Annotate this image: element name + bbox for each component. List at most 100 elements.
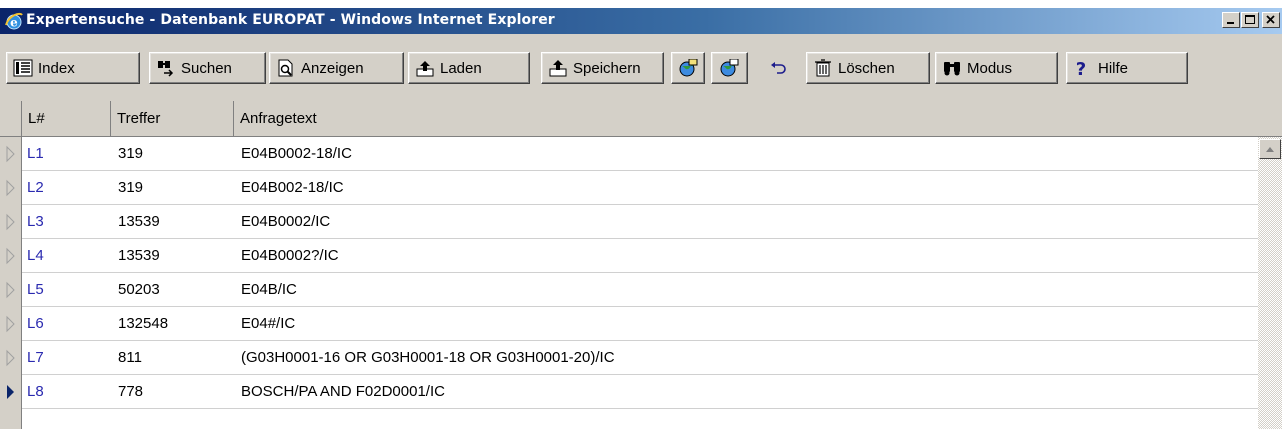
table-row[interactable]: L5 50203 E04B/IC xyxy=(0,273,1258,307)
trash-icon xyxy=(815,59,831,77)
row-query: E04B0002/IC xyxy=(241,213,331,230)
column-header-lnum[interactable]: L# xyxy=(22,101,111,137)
row-hits: 319 xyxy=(118,145,144,162)
row-indicator xyxy=(0,137,22,171)
row-query: E04B0002?/IC xyxy=(241,247,339,264)
minimize-button[interactable] xyxy=(1222,12,1240,28)
row-hits: 13539 xyxy=(118,247,160,264)
row-id: L6 xyxy=(27,315,44,332)
indicator-header xyxy=(0,101,22,137)
undo-icon xyxy=(771,62,786,74)
title-bar[interactable]: e Expertensuche - Datenbank EUROPAT - Wi… xyxy=(0,8,1282,34)
row-indicator xyxy=(0,171,22,205)
current-row-pointer-icon xyxy=(7,385,14,399)
loeschen-label: Löschen xyxy=(838,59,895,77)
row-pointer-icon xyxy=(6,145,15,163)
row-indicator xyxy=(0,273,22,307)
row-pointer-icon xyxy=(6,213,15,231)
svg-text:?: ? xyxy=(1076,59,1086,77)
row-id: L8 xyxy=(27,383,44,400)
row-hits: 778 xyxy=(118,383,144,400)
globe-down-icon xyxy=(720,59,739,77)
table-row[interactable]: L2 319 E04B002-18/IC xyxy=(0,171,1258,205)
table-row[interactable]: L4 13539 E04B0002?/IC xyxy=(0,239,1258,273)
row-id: L5 xyxy=(27,281,44,298)
index-label: Index xyxy=(38,59,75,77)
row-query: (G03H0001-16 OR G03H0001-18 OR G03H0001-… xyxy=(241,349,615,366)
table-header: L# Treffer Anfragetext xyxy=(0,101,1282,137)
row-id: L7 xyxy=(27,349,44,366)
modus-button[interactable]: Modus xyxy=(935,52,1058,84)
table-row[interactable]: L6 132548 E04#/IC xyxy=(0,307,1258,341)
maximize-button[interactable] xyxy=(1241,12,1259,28)
table-body: L1 319 E04B0002-18/IC L2 319 E04B002-18/… xyxy=(0,137,1258,409)
row-indicator xyxy=(0,205,22,239)
index-button[interactable]: Index xyxy=(6,52,140,84)
list-icon xyxy=(13,59,33,77)
speichern-label: Speichern xyxy=(573,59,641,77)
loeschen-button[interactable]: Löschen xyxy=(806,52,930,84)
row-indicator xyxy=(0,307,22,341)
modus-label: Modus xyxy=(967,59,1013,77)
save-icon xyxy=(549,60,567,77)
table-row[interactable]: L3 13539 E04B0002/IC xyxy=(0,205,1258,239)
row-query: E04B0002-18/IC xyxy=(241,145,352,162)
row-hits: 811 xyxy=(118,349,142,366)
row-pointer-icon xyxy=(6,281,15,299)
query-history-table: L# Treffer Anfragetext L1 319 E04B0002-1… xyxy=(0,101,1282,429)
internet-explorer-icon: e xyxy=(5,12,23,30)
browser-window: e Expertensuche - Datenbank EUROPAT - Wi… xyxy=(0,8,1282,429)
toolbar: Index Suchen Anzeigen Laden Speichern Lö… xyxy=(0,34,1282,90)
laden-label: Laden xyxy=(440,59,482,77)
vertical-scrollbar[interactable] xyxy=(1258,137,1282,429)
row-indicator xyxy=(0,239,22,273)
row-hits: 132548 xyxy=(118,315,169,332)
row-pointer-icon xyxy=(6,315,15,333)
minimize-icon xyxy=(1227,22,1234,24)
row-indicator xyxy=(0,375,22,409)
document-view-icon xyxy=(278,59,293,77)
row-query: BOSCH/PA AND F02D0001/IC xyxy=(241,383,445,400)
scroll-up-button[interactable] xyxy=(1259,139,1281,159)
hilfe-button[interactable]: ? Hilfe xyxy=(1066,52,1188,84)
window-title: Expertensuche - Datenbank EUROPAT - Wind… xyxy=(26,12,555,28)
hilfe-label: Hilfe xyxy=(1098,59,1129,77)
row-hits: 13539 xyxy=(118,213,160,230)
maximize-icon xyxy=(1245,15,1255,24)
globe-up-button[interactable] xyxy=(671,52,705,84)
load-icon xyxy=(416,61,434,77)
row-pointer-icon xyxy=(6,179,15,197)
row-id: L1 xyxy=(27,145,44,162)
table-row[interactable]: L1 319 E04B0002-18/IC xyxy=(0,137,1258,171)
help-icon: ? xyxy=(1076,59,1086,77)
speichern-button[interactable]: Speichern xyxy=(541,52,664,84)
undo-button[interactable] xyxy=(760,52,796,84)
row-query: E04B/IC xyxy=(241,281,297,298)
row-id: L4 xyxy=(27,247,44,264)
row-pointer-icon xyxy=(6,349,15,367)
row-indicator xyxy=(0,341,22,375)
table-row[interactable]: L7 811 (G03H0001-16 OR G03H0001-18 OR G0… xyxy=(0,341,1258,375)
suchen-label: Suchen xyxy=(181,59,232,77)
close-button[interactable] xyxy=(1262,12,1280,28)
row-hits: 319 xyxy=(118,179,144,196)
row-id: L2 xyxy=(27,179,44,196)
globe-down-button[interactable] xyxy=(711,52,748,84)
column-header-anfragetext[interactable]: Anfragetext xyxy=(234,101,1282,137)
scroll-up-arrow-icon xyxy=(1266,147,1274,152)
close-icon xyxy=(1266,15,1275,24)
anzeigen-label: Anzeigen xyxy=(301,59,364,77)
binoculars-search-icon xyxy=(158,61,174,77)
globe-up-icon xyxy=(679,59,698,77)
laden-button[interactable]: Laden xyxy=(408,52,530,84)
column-header-treffer[interactable]: Treffer xyxy=(111,101,234,137)
row-id: L3 xyxy=(27,213,44,230)
row-hits: 50203 xyxy=(118,281,160,298)
row-pointer-icon xyxy=(6,247,15,265)
suchen-button[interactable]: Suchen xyxy=(149,52,266,84)
row-query: E04#/IC xyxy=(241,315,296,332)
anzeigen-button[interactable]: Anzeigen xyxy=(269,52,404,84)
row-query: E04B002-18/IC xyxy=(241,179,344,196)
table-row-current[interactable]: L8 778 BOSCH/PA AND F02D0001/IC xyxy=(0,375,1258,409)
binoculars-icon xyxy=(944,62,960,76)
